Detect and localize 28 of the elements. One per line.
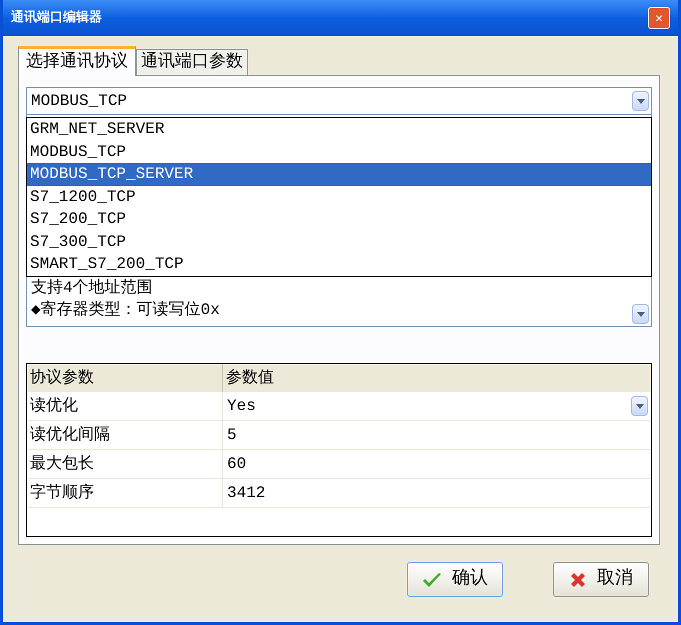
table-cell: 读优化 [27,392,223,420]
column-header: 参数值 [225,368,275,389]
dropdown-option[interactable]: SMART_S7_200_TCP [27,253,651,276]
dropdown-option[interactable]: S7_200_TCP [27,208,651,230]
table-cell-text: 3412 [226,483,266,504]
protocol-select[interactable]: MODBUS_TCP [26,87,652,115]
table-cell-text: 60 [226,454,248,475]
table-cell-text: Yes [226,396,257,417]
description-text: 支持4个地址范围 [31,278,154,299]
dropdown-option[interactable]: MODBUS_TCP [27,140,651,163]
dropdown-option[interactable]: S7_300_TCP [27,230,651,253]
tab[interactable]: 通讯端口参数 [136,49,248,75]
tab[interactable]: 选择通讯协议 [18,46,136,76]
table-cell: 读优化间隔 [27,421,223,449]
column-header: 协议参数 [27,364,223,392]
dropdown-option[interactable]: GRM_NET_SERVER [27,118,651,140]
dropdown-option[interactable]: MODBUS_TCP_SERVER [27,163,651,186]
close-button[interactable]: ✕ [648,7,670,29]
table-cell: 字节顺序 [27,479,223,507]
checkmark-icon [422,572,442,588]
confirm-button[interactable]: 确认 [407,562,503,597]
close-icon [569,570,587,588]
table-cell: 最大包长 [27,450,223,478]
table-cell-text: 5 [226,425,238,446]
dropdown-option[interactable]: S7_1200_TCP [27,186,651,208]
cancel-button[interactable]: 取消 [553,562,649,597]
window-title: 通讯端口编辑器 [11,8,102,28]
description-text: ◆寄存器类型：可读写位0x [31,300,220,321]
